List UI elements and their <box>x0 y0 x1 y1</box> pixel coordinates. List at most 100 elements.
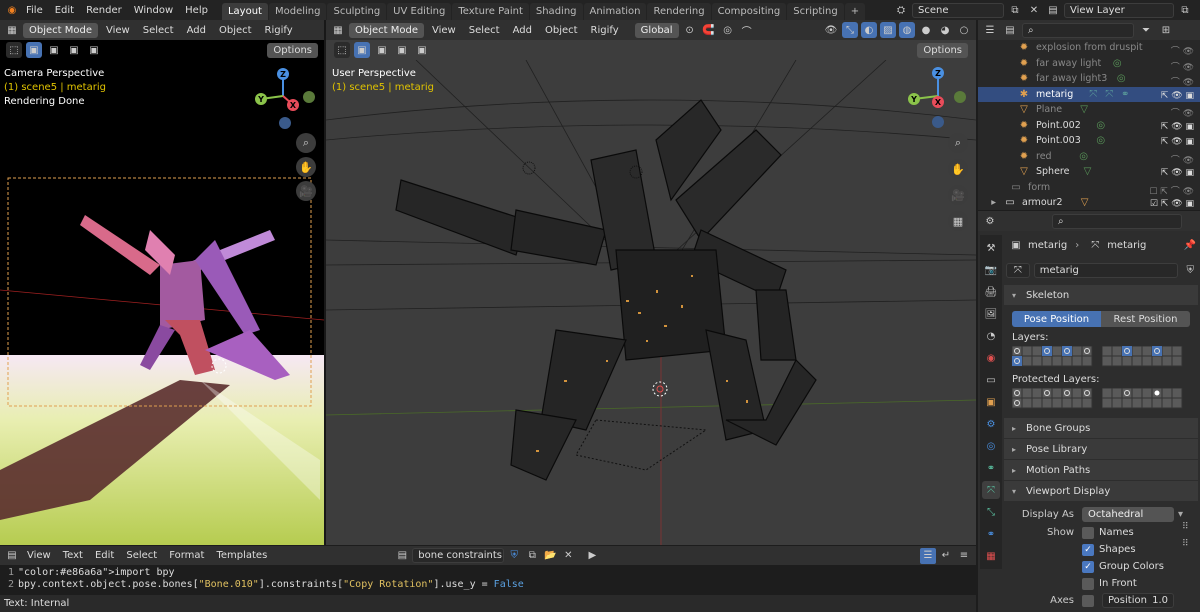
editor-type-outliner-icon[interactable]: ☰ <box>982 22 998 38</box>
zoom-icon[interactable]: ⌕ <box>296 133 316 153</box>
gizmo-neg-y-icon[interactable] <box>303 91 315 103</box>
select-box-icon[interactable]: ▣ <box>354 42 370 58</box>
collection-tab-icon[interactable]: ▭ <box>982 371 1000 389</box>
menu-object[interactable]: Object <box>540 25 583 36</box>
object-mode-dropdown[interactable]: Object Mode <box>23 22 98 38</box>
delete-view-layer-icon[interactable]: ✕ <box>1196 2 1200 18</box>
tab-texture-paint[interactable]: Texture Paint <box>452 3 529 20</box>
menu-edit[interactable]: Edit <box>90 550 119 561</box>
rest-position-button[interactable]: Rest Position <box>1101 311 1190 327</box>
armature-data-browse-icon[interactable]: ⤧ <box>1006 262 1030 278</box>
new-view-layer-icon[interactable]: ⧉ <box>1177 2 1193 18</box>
editor-type-properties-icon[interactable]: ⚙ <box>982 213 998 229</box>
pose-library-panel-header[interactable]: ▸ Pose Library <box>1004 439 1198 459</box>
overlay-toggle-icon[interactable]: ◐ <box>861 22 877 38</box>
menu-file[interactable]: File <box>20 5 49 16</box>
menu-edit[interactable]: Edit <box>49 5 80 16</box>
options-button[interactable]: Options <box>267 42 318 58</box>
menu-format[interactable]: Format <box>164 550 209 561</box>
new-text-icon[interactable]: ⧉ <box>524 548 540 564</box>
shading-solid-icon[interactable]: ● <box>918 22 934 38</box>
gizmo-y-icon[interactable]: Y <box>255 93 267 105</box>
menu-object[interactable]: Object <box>214 25 257 36</box>
gizmo-neg-y-icon[interactable] <box>954 91 966 103</box>
editor-type-text-icon[interactable]: ▤ <box>4 548 20 564</box>
position-field[interactable]: Position 1.0 <box>1102 593 1174 608</box>
outliner-search-input[interactable]: ⌕ <box>1022 22 1134 38</box>
select-extend-icon[interactable]: ▣ <box>374 42 390 58</box>
texture-tab-icon[interactable]: ▦ <box>982 547 1000 565</box>
tab-scripting[interactable]: Scripting <box>787 3 844 20</box>
in-front-checkbox[interactable] <box>1082 577 1094 590</box>
display-mode-icon[interactable]: ▤ <box>1002 22 1018 38</box>
select-tool-icon[interactable]: ⬚ <box>6 42 22 58</box>
select-extend-icon[interactable]: ▣ <box>46 42 62 58</box>
tab-shading[interactable]: Shading <box>529 3 583 20</box>
proportional-edit-icon[interactable]: ◎ <box>720 22 736 38</box>
constraint-tab-icon[interactable]: ⚭ <box>982 459 1000 477</box>
properties-search-input[interactable]: ⌕ <box>1052 213 1182 229</box>
select-subtract-icon[interactable]: ▣ <box>66 42 82 58</box>
open-folder-icon[interactable]: 📂 <box>542 548 558 564</box>
object-mode-dropdown[interactable]: Object Mode <box>349 22 424 38</box>
menu-render[interactable]: Render <box>80 5 128 16</box>
editor-type-3d-icon[interactable]: ▦ <box>330 22 346 38</box>
motion-paths-panel-header[interactable]: ▸ Motion Paths <box>1004 460 1198 480</box>
tool-tab-icon[interactable]: ⚒ <box>982 239 1000 257</box>
physics-tab-icon[interactable]: ◎ <box>982 437 1000 455</box>
gizmo-y-icon[interactable]: Y <box>908 93 920 105</box>
filter-icon[interactable]: ⏷ <box>1138 22 1154 38</box>
select-box-icon[interactable]: ▣ <box>26 42 42 58</box>
blender-logo-icon[interactable]: ◉ <box>4 2 20 18</box>
options-button[interactable]: Options <box>917 42 968 58</box>
names-checkbox[interactable] <box>1082 526 1094 539</box>
gizmo-x-icon[interactable]: X <box>932 96 944 108</box>
ortho-grid-icon[interactable]: ▦ <box>948 211 968 231</box>
shapes-checkbox[interactable]: ✓ <box>1082 543 1094 556</box>
menu-templates[interactable]: Templates <box>211 550 272 561</box>
select-tool-icon[interactable]: ⬚ <box>334 42 350 58</box>
view-layer-field[interactable]: View Layer <box>1064 2 1174 18</box>
render-tab-icon[interactable]: 📷 <box>982 261 1000 279</box>
tab-rendering[interactable]: Rendering <box>647 3 711 20</box>
viewport-display-panel-header[interactable]: ▾ Viewport Display <box>1004 481 1198 501</box>
tab-layout[interactable]: Layout <box>221 3 268 20</box>
menu-text[interactable]: Text <box>58 550 88 561</box>
axes-checkbox[interactable] <box>1082 594 1094 607</box>
orientation-dropdown[interactable]: Global <box>634 22 679 38</box>
menu-select[interactable]: Select <box>464 25 505 36</box>
run-script-icon[interactable]: ▶ <box>584 548 600 564</box>
menu-select[interactable]: Select <box>138 25 179 36</box>
gizmo-neg-z-icon[interactable] <box>932 116 944 128</box>
editor-type-3d-icon[interactable]: ▦ <box>4 22 20 38</box>
line-numbers-icon[interactable]: ☰ <box>920 547 936 564</box>
tab-sculpting[interactable]: Sculpting <box>327 3 387 20</box>
tab-compositing[interactable]: Compositing <box>711 3 787 20</box>
shading-rendered-icon[interactable]: ○ <box>956 22 972 38</box>
main-viewport[interactable]: ▦ Object Mode View Select Add Object Rig… <box>326 20 976 545</box>
armature-data-tab-icon[interactable]: ⤧ <box>982 481 1000 499</box>
camera-view-icon[interactable]: 🎥 <box>948 185 968 205</box>
tab-modeling[interactable]: Modeling <box>268 3 327 20</box>
scene-field[interactable]: Scene <box>912 2 1004 18</box>
menu-select[interactable]: Select <box>121 550 162 561</box>
bone-layers-left[interactable] <box>1012 346 1096 368</box>
bone-layers-right[interactable] <box>1102 346 1186 368</box>
bone-constraint-tab-icon[interactable]: ⚭ <box>982 525 1000 543</box>
pin-icon[interactable]: 📌 <box>1182 237 1198 253</box>
zoom-icon[interactable]: ⌕ <box>948 133 968 153</box>
code-area[interactable]: 1 "color:#e86a6a">import bpy 2 bpy.conte… <box>0 565 976 590</box>
bone-tab-icon[interactable]: ⤡ <box>982 503 1000 521</box>
gizmo-z-icon[interactable]: Z <box>277 68 289 80</box>
fake-user-icon[interactable]: ⛨ <box>1182 262 1198 278</box>
add-workspace-button[interactable]: + <box>844 3 866 20</box>
select-invert-icon[interactable]: ▣ <box>86 42 102 58</box>
text-browse-icon[interactable]: ▤ <box>394 548 410 564</box>
new-scene-icon[interactable]: ⧉ <box>1007 2 1023 18</box>
drag-handle-icon[interactable]: ⠿ <box>1182 539 1189 549</box>
word-wrap-icon[interactable]: ↵ <box>938 548 954 564</box>
drag-handle-icon[interactable]: ⠿ <box>1182 522 1189 532</box>
menu-rigify[interactable]: Rigify <box>260 25 298 36</box>
menu-window[interactable]: Window <box>128 5 179 16</box>
delete-scene-icon[interactable]: ✕ <box>1026 2 1042 18</box>
